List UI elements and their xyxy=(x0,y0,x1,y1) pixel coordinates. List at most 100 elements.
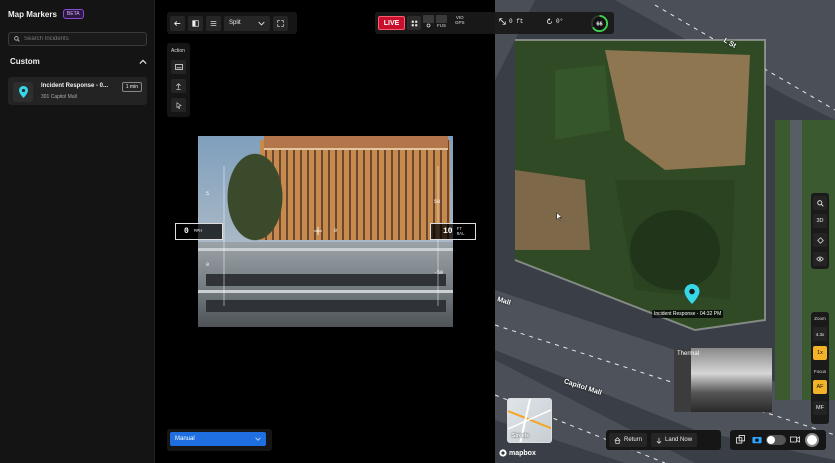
right-scale-label: -50 xyxy=(434,270,444,276)
map-visibility-button[interactable] xyxy=(813,252,827,266)
altitude-readout: 10 FT RAL xyxy=(430,223,476,240)
streets-label: Streets xyxy=(512,433,529,439)
live-button[interactable]: LIVE xyxy=(378,16,405,30)
sidebar-header: Map Markers BETA xyxy=(8,9,84,19)
left-scale-label: 0 xyxy=(206,262,210,268)
map-search-button[interactable] xyxy=(813,196,827,210)
vio-gps-indicator: VIO GPS xyxy=(455,15,465,25)
incident-pin-icon[interactable] xyxy=(684,284,700,304)
gps-label: GPS xyxy=(455,20,465,25)
beta-badge: BETA xyxy=(62,9,84,19)
thermal-image xyxy=(691,348,772,412)
back-button[interactable] xyxy=(170,15,185,31)
panel-icon xyxy=(192,19,199,27)
flight-actions-bar: Return Land Now xyxy=(606,430,721,450)
swap-camera-icon[interactable] xyxy=(736,435,745,444)
cursor-icon xyxy=(176,101,182,109)
signal-bars-icon xyxy=(423,15,434,23)
battery-gauge: 66 xyxy=(590,14,609,33)
map-imagery xyxy=(495,0,835,463)
distance-readout: 0 ft xyxy=(499,18,523,25)
search-box[interactable] xyxy=(8,32,147,46)
speed-readout: 0 MPH xyxy=(175,223,223,240)
hamburger-icon xyxy=(210,20,217,26)
flight-mode-select[interactable]: Manual xyxy=(167,429,272,451)
flight-mode-dropdown[interactable]: Manual xyxy=(170,432,266,446)
focus-label: Focus xyxy=(813,369,827,374)
upload-button[interactable] xyxy=(171,79,186,93)
zoom-1x-button[interactable]: 1x xyxy=(813,346,827,360)
menu-button[interactable] xyxy=(206,15,221,31)
gear-icon xyxy=(426,23,431,28)
shutter-button[interactable] xyxy=(805,433,819,447)
map-markers-sidebar: Map Markers BETA Custom Incident Respons… xyxy=(0,0,155,463)
expand-icon xyxy=(277,19,284,27)
mapbox-text: mapbox xyxy=(509,449,536,457)
camera-icon[interactable] xyxy=(752,435,762,444)
gimbal-indicator xyxy=(423,15,434,28)
left-scale-label: 5 xyxy=(206,191,210,197)
incident-time-badge: 1 min xyxy=(121,82,142,92)
map-layers-button[interactable] xyxy=(813,233,827,247)
video-feed[interactable]: 5 0 50 -50 0 xyxy=(198,136,453,327)
grid-button[interactable] xyxy=(407,16,421,30)
home-icon xyxy=(614,436,621,444)
search-icon xyxy=(816,199,824,207)
thermal-inset[interactable]: Thermal xyxy=(674,348,772,412)
diagonal-arrow-icon xyxy=(499,18,506,25)
distance-value: 0 ft xyxy=(509,18,524,25)
location-pin-icon xyxy=(13,82,33,102)
heading-readout: 0° xyxy=(546,18,563,25)
upload-icon xyxy=(176,82,181,90)
map-style-toggle[interactable]: Streets xyxy=(507,398,552,443)
search-icon xyxy=(14,36,20,42)
chevron-down-icon xyxy=(258,21,265,26)
camera-controls-bar xyxy=(730,430,826,450)
custom-section-header[interactable]: Custom xyxy=(10,57,147,66)
fullscreen-button[interactable] xyxy=(273,15,288,31)
return-button[interactable]: Return xyxy=(609,433,648,447)
fusion-indicator: FUS xyxy=(436,15,447,28)
cursor-button[interactable] xyxy=(171,98,186,112)
eye-icon xyxy=(816,256,824,262)
signal-bars-icon xyxy=(436,15,447,23)
mapbox-logo: mapbox xyxy=(499,449,536,457)
incident-address: 301 Capitol Mall xyxy=(41,94,77,100)
zoom-focus-panel: Zoom 4.3x 1x Focus AF MF xyxy=(811,312,829,424)
incident-list-item[interactable]: Incident Response - 0... 301 Capitol Mal… xyxy=(8,77,147,105)
autofocus-button[interactable]: AF xyxy=(813,380,827,394)
land-now-label: Land Now xyxy=(665,437,693,443)
land-now-button[interactable]: Land Now xyxy=(651,433,698,447)
manual-focus-button[interactable]: MF xyxy=(813,401,827,415)
arrow-down-icon xyxy=(656,437,662,444)
flight-mode-value: Manual xyxy=(175,436,195,442)
satellite-map[interactable]: L St Mall Capitol Mall 3D Zoom 4.3x 1x F… xyxy=(495,0,835,463)
map-3d-button[interactable]: 3D xyxy=(813,214,827,228)
grid-icon xyxy=(411,20,417,26)
view-mode-select[interactable]: Split xyxy=(224,15,270,31)
search-input[interactable] xyxy=(24,36,144,42)
hud-overlay xyxy=(223,166,439,306)
chevron-up-icon[interactable] xyxy=(139,59,147,65)
sidebar-toggle-button[interactable] xyxy=(188,15,203,31)
fus-label: FUS xyxy=(437,23,446,28)
altitude-unit: FT RAL xyxy=(457,227,465,237)
return-label: Return xyxy=(624,437,643,443)
zoom-level-button[interactable]: 4.3x xyxy=(813,327,827,341)
toggle-knob xyxy=(767,436,775,444)
keyboard-icon xyxy=(174,64,183,70)
altitude-value: 10 xyxy=(443,227,453,236)
keyboard-button[interactable] xyxy=(171,60,186,74)
incident-title: Incident Response - 0... xyxy=(41,83,109,89)
battery-value: 66 xyxy=(596,22,602,28)
photo-video-toggle[interactable] xyxy=(766,435,786,445)
incident-pin-label: Incident Response - 04:32 PM xyxy=(652,310,724,318)
action-label: Action xyxy=(171,48,185,54)
action-panel: Action xyxy=(167,43,190,117)
map-tools-panel: 3D xyxy=(811,193,829,269)
section-label: Custom xyxy=(10,57,40,66)
speed-value: 0 xyxy=(184,227,189,236)
video-camera-icon[interactable] xyxy=(790,435,800,444)
right-scale-label: 50 xyxy=(434,199,441,205)
video-toolbar: Split xyxy=(167,12,297,34)
